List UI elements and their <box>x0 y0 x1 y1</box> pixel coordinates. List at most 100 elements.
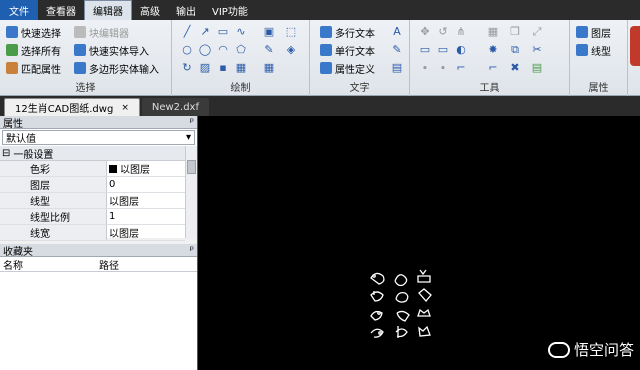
select-all-icon <box>6 44 18 56</box>
quick-entity-import-button[interactable]: 快速实体导入 <box>74 42 149 58</box>
more-icon[interactable] <box>630 26 640 66</box>
fillet-icon[interactable]: ⌐ <box>454 61 468 75</box>
polyline-icon[interactable]: ↗ <box>198 25 212 39</box>
column-name[interactable]: 名称 <box>0 257 96 272</box>
offset-icon[interactable]: ∙ <box>418 61 432 75</box>
layer-button[interactable]: 图层 <box>576 24 611 40</box>
image-icon[interactable]: ▦ <box>234 61 248 75</box>
properties-grid: ⊟ 一般设置 色彩 以图层 图层 0 线型 以图层 线型比例 1 线宽 以图层 <box>0 146 197 241</box>
tab-zodiac-dwg[interactable]: 12生肖CAD图纸.dwg × <box>4 98 140 116</box>
zodiac-figure <box>396 310 410 322</box>
rectangle-icon[interactable]: ▭ <box>216 25 230 39</box>
match-properties-button[interactable]: 匹配属性 <box>6 60 61 76</box>
trim-icon[interactable]: ▭ <box>436 43 450 57</box>
properties-header: 属性 ᵖ <box>0 116 197 130</box>
table-icon[interactable]: ▦ <box>262 61 276 75</box>
align-icon[interactable]: ▭ <box>418 43 432 57</box>
zodiac-figure <box>370 291 384 302</box>
prop-row-color[interactable]: 色彩 以图层 <box>0 161 185 177</box>
linetype-button[interactable]: 线型 <box>576 42 611 58</box>
erase-icon[interactable]: ✖ <box>508 61 522 75</box>
scroll-thumb[interactable] <box>187 160 196 174</box>
zodiac-figure <box>370 272 385 285</box>
mtext-button[interactable]: 多行文本 <box>320 24 375 40</box>
extend-icon[interactable]: ◐ <box>454 43 468 57</box>
ellipse-icon[interactable]: ◯ <box>198 43 212 57</box>
move-icon[interactable]: ✥ <box>418 25 432 39</box>
region-icon[interactable]: ◈ <box>284 43 298 57</box>
linetype-icon <box>576 44 588 56</box>
break-icon[interactable]: ✂ <box>530 43 544 57</box>
prop-row-linetype[interactable]: 线型 以图层 <box>0 193 185 209</box>
copy-icon[interactable]: ❐ <box>508 25 522 39</box>
menu-output[interactable]: 输出 <box>168 0 204 20</box>
dtext-button[interactable]: 单行文本 <box>320 42 375 58</box>
polygon-entity-input-button[interactable]: 多边形实体输入 <box>74 60 159 76</box>
close-icon[interactable]: × <box>121 103 129 113</box>
properties-title: 属性 <box>3 118 23 130</box>
gradient-icon[interactable]: ▨ <box>198 61 212 75</box>
circle-icon[interactable]: ○ <box>180 43 194 57</box>
properties-dropdown[interactable]: 默认值 ▾ <box>2 130 195 145</box>
explode-icon[interactable]: ✸ <box>486 43 500 57</box>
attdef-button[interactable]: 属性定义 <box>320 60 375 76</box>
pin-icon[interactable]: ᵖ <box>190 245 194 256</box>
menu-viewer[interactable]: 查看器 <box>38 0 84 20</box>
plus-icon <box>74 44 86 56</box>
measure-icon[interactable]: ▤ <box>530 61 544 75</box>
menu-file[interactable]: 文件 <box>0 0 38 20</box>
zodiac-figure <box>395 291 409 303</box>
block-editor-button[interactable]: 块编辑器 <box>74 24 129 40</box>
properties-scrollbar[interactable] <box>185 146 197 238</box>
document-tabs: 12生肖CAD图纸.dwg × New2.dxf <box>0 96 640 116</box>
props-group-label: 属性 <box>588 83 609 94</box>
menu-vip[interactable]: VIP功能 <box>204 0 256 20</box>
prop-row-lineweight[interactable]: 线宽 以图层 <box>0 225 185 241</box>
tools-group: ✥ ↺ ⋔ ▦ ❐ ⤢ ▭ ▭ ◐ ✸ ⧉ ✂ ∙ ∙ ⌐ ⌐ ✖ ▤ 工具 <box>410 20 570 96</box>
text-group: 多行文本 单行文本 属性定义 A ✎ ▤ 文字 <box>310 20 410 96</box>
insert-block-icon[interactable]: ▣ <box>262 25 276 39</box>
general-section[interactable]: ⊟ 一般设置 <box>0 146 185 161</box>
arc-icon[interactable]: ◠ <box>216 43 230 57</box>
select-group: 快速选择 选择所有 匹配属性 块编辑器 快速实体导入 多边形实体输入 选择 <box>0 20 172 96</box>
mirror-icon[interactable]: ⋔ <box>454 25 468 39</box>
pin-icon[interactable]: ᵖ <box>190 117 194 128</box>
stretch-icon[interactable]: ∙ <box>436 61 450 75</box>
menu-advanced[interactable]: 高级 <box>132 0 168 20</box>
tab-new2-dxf[interactable]: New2.dxf <box>141 98 209 116</box>
pen-icon[interactable]: ✎ <box>262 43 276 57</box>
text-find-icon[interactable]: ▤ <box>390 61 404 75</box>
spline-icon[interactable]: ∿ <box>234 25 248 39</box>
revcloud-icon[interactable]: ↻ <box>180 61 194 75</box>
quick-select-button[interactable]: 快速选择 <box>6 24 61 40</box>
line-icon[interactable]: ╱ <box>180 25 194 39</box>
prop-row-linetype-scale[interactable]: 线型比例 1 <box>0 209 185 225</box>
collapse-icon[interactable]: ⊟ <box>2 148 10 159</box>
dropdown-value: 默认值 <box>6 134 36 145</box>
layer-icon <box>576 26 588 38</box>
hatch-icon[interactable]: ⬚ <box>284 25 298 39</box>
tools-group-label: 工具 <box>479 83 500 94</box>
text-group-label: 文字 <box>349 83 370 94</box>
dtext-icon <box>320 44 332 56</box>
select-all-button[interactable]: 选择所有 <box>6 42 61 58</box>
drawing-canvas[interactable]: 悟空问答 <box>199 116 640 370</box>
column-path[interactable]: 路径 <box>96 257 119 272</box>
rotate-icon[interactable]: ↺ <box>436 25 450 39</box>
point-icon[interactable]: ▪ <box>216 61 230 75</box>
text-style-icon[interactable]: A <box>390 25 404 39</box>
zodiac-figure <box>370 310 383 321</box>
scale-icon[interactable]: ⤢ <box>530 25 544 39</box>
menu-editor[interactable]: 编辑器 <box>84 0 132 20</box>
zodiac-figure <box>418 288 432 303</box>
chamfer-icon[interactable]: ⌐ <box>486 61 500 75</box>
prop-row-layer[interactable]: 图层 0 <box>0 177 185 193</box>
favorites-header: 收藏夹 ᵖ <box>0 244 197 258</box>
array-icon[interactable]: ▦ <box>486 25 500 39</box>
polygon-draw-icon[interactable]: ⬠ <box>234 43 248 57</box>
join-icon[interactable]: ⧉ <box>508 43 522 57</box>
draw-group: ╱ ↗ ▭ ∿ ▣ ⬚ ○ ◯ ◠ ⬠ ✎ ◈ ↻ ▨ ▪ ▦ ▦ 绘制 <box>172 20 310 96</box>
text-edit-icon[interactable]: ✎ <box>390 43 404 57</box>
left-panel: 属性 ᵖ 默认值 ▾ ⊟ 一般设置 色彩 以图层 图层 0 线型 以图层 线型比例 1 … <box>0 116 198 370</box>
watermark: 悟空问答 <box>547 339 634 360</box>
